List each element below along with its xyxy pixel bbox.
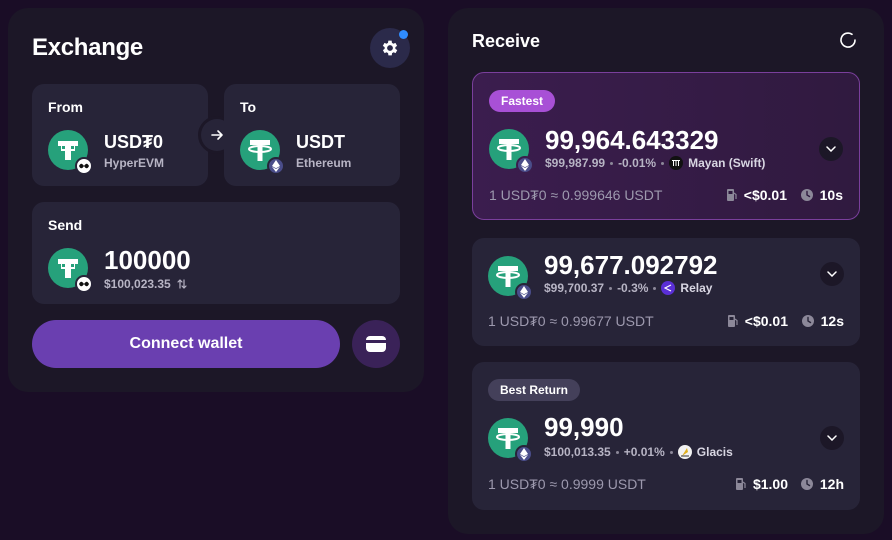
ethereum-network-icon [515, 445, 533, 463]
to-network-name: Ethereum [296, 156, 352, 170]
quote-rate: 1 USD₮0 ≈ 0.99677 USDT [488, 313, 654, 329]
quote-change: +0.01% [623, 445, 665, 459]
usdt0-token-icon [48, 248, 93, 293]
clock-icon [800, 189, 813, 201]
usdt-token-icon [240, 130, 285, 175]
connect-wallet-button[interactable]: Connect wallet [32, 320, 340, 368]
from-token-selector[interactable]: From USD₮0 HyperEVM [32, 84, 208, 186]
quote-provider: Glacis [696, 445, 733, 459]
quote-provider: Relay [680, 281, 713, 295]
send-amount-usd: $100,023.35 [104, 277, 187, 291]
quote-card-fastest[interactable]: Fastest 99,964.643329 $99,987.99 -0.01% … [472, 72, 860, 220]
quote-card-best-return[interactable]: Best Return 99,990 $100,013.35 +0.01% Gl… [472, 362, 860, 510]
gas-pump-icon [726, 189, 737, 201]
ethereum-network-icon [515, 283, 533, 301]
send-amount-input[interactable]: 100000 [104, 245, 191, 276]
quote-details: $100,013.35 +0.01% Glacis [544, 445, 733, 459]
quote-time-value: 10s [819, 187, 843, 203]
quote-card-relay[interactable]: 99,677.092792 $99,700.37 -0.3% Relay 1 U… [472, 238, 860, 346]
quote-time: 12h [800, 476, 844, 492]
quote-usd: $99,987.99 [545, 156, 606, 170]
best-return-badge: Best Return [488, 379, 581, 401]
quote-change: -0.01% [618, 156, 657, 170]
quote-time: 10s [800, 187, 843, 203]
usdt-token-icon [488, 418, 533, 463]
hyperevm-network-icon [75, 275, 93, 293]
separator-dot [615, 450, 619, 454]
ethereum-network-icon [516, 156, 534, 174]
exchange-title: Exchange [32, 34, 143, 61]
settings-button[interactable] [370, 28, 410, 68]
quote-time-value: 12h [819, 476, 844, 492]
quote-fee: <$0.01 [727, 313, 788, 329]
quote-details: $99,987.99 -0.01% Mayan (Swift) [545, 156, 765, 170]
quote-rate: 1 USD₮0 ≈ 0.9999 USDT [488, 476, 646, 492]
glacis-logo-icon [677, 445, 692, 459]
expand-quote-button[interactable] [820, 426, 844, 450]
quote-fee-value: $1.00 [752, 476, 788, 492]
quote-details: $99,700.37 -0.3% Relay [544, 281, 712, 295]
send-amount-card[interactable]: Send [32, 202, 400, 304]
to-token-name: USDT [296, 132, 345, 152]
from-token-name: USD₮0 [104, 132, 164, 152]
separator-dot [669, 450, 673, 454]
expand-quote-button[interactable] [819, 137, 843, 161]
quote-provider: Mayan (Swift) [688, 156, 766, 170]
from-label: From [48, 99, 83, 115]
quote-time-value: 12s [820, 313, 844, 329]
settings-notification-dot [399, 30, 408, 39]
hyperevm-network-icon [75, 157, 93, 175]
chevron-down-icon [826, 146, 836, 152]
exchange-panel: Exchange From USD₮0 HyperEVM To USDT Eth… [8, 8, 424, 392]
refresh-icon[interactable] [836, 28, 860, 52]
receive-panel: Receive Fastest 99,964.643329 $99,987.99… [448, 8, 884, 534]
quote-usd: $100,013.35 [544, 445, 611, 459]
separator-dot [609, 286, 613, 290]
gear-icon [382, 40, 398, 56]
to-label: To [240, 99, 257, 115]
fastest-badge: Fastest [489, 90, 556, 112]
from-network-name: HyperEVM [104, 156, 165, 170]
separator-dot [610, 161, 614, 165]
ethereum-network-icon [267, 157, 285, 175]
quote-fee-value: <$0.01 [744, 313, 788, 329]
gas-pump-icon [735, 478, 746, 490]
separator-dot [661, 161, 665, 165]
receive-title: Receive [472, 31, 541, 51]
quote-rate: 1 USD₮0 ≈ 0.999646 USDT [489, 187, 663, 203]
relay-logo-icon [661, 281, 676, 295]
quote-amount: 99,964.643329 [545, 125, 719, 155]
quote-change: -0.3% [617, 281, 649, 295]
chevron-down-icon [827, 271, 837, 277]
clock-icon [800, 478, 813, 490]
usdt0-token-icon [48, 130, 93, 175]
send-label: Send [48, 217, 83, 233]
expand-quote-button[interactable] [820, 262, 844, 286]
wallet-button[interactable] [352, 320, 400, 368]
wallet-icon [366, 336, 386, 352]
quote-fee-value: <$0.01 [743, 187, 787, 203]
clock-icon [801, 315, 814, 327]
quote-fee: <$0.01 [726, 187, 787, 203]
separator-dot [653, 286, 657, 290]
arrow-right-icon [211, 130, 223, 140]
quote-time: 12s [801, 313, 844, 329]
send-usd-value: $100,023.35 [104, 277, 171, 291]
mayan-logo-icon [669, 156, 684, 170]
usdt-token-icon [488, 256, 533, 301]
gas-pump-icon [727, 315, 738, 327]
to-token-selector[interactable]: To USDT Ethereum [224, 84, 400, 186]
usdt-token-icon [489, 129, 534, 174]
swap-arrows-icon[interactable] [177, 278, 187, 290]
quote-amount: 99,677.092792 [544, 250, 718, 280]
quote-amount: 99,990 [544, 412, 624, 442]
chevron-down-icon [827, 435, 837, 441]
quote-fee: $1.00 [735, 476, 788, 492]
quote-usd: $99,700.37 [544, 281, 605, 295]
